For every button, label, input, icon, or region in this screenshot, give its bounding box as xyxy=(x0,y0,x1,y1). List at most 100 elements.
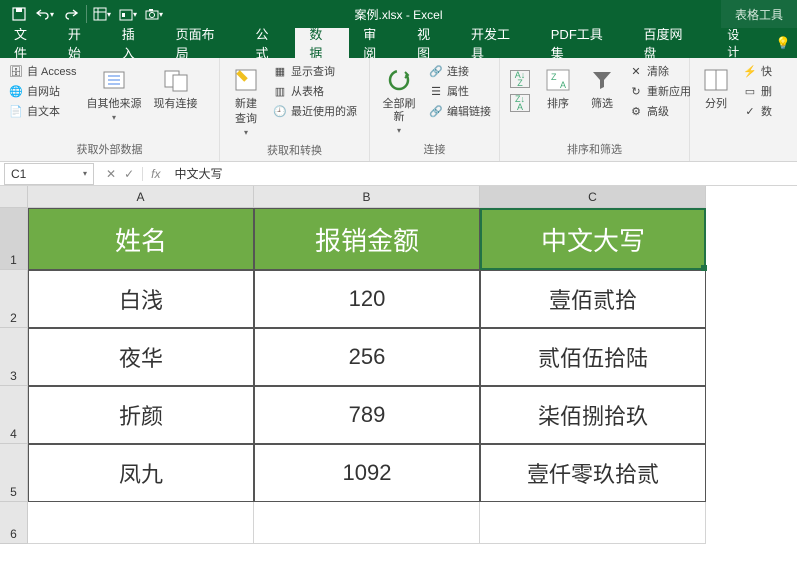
row-header[interactable]: 1 xyxy=(0,208,28,270)
properties-button[interactable]: ☰属性 xyxy=(426,82,493,100)
conn-icon: 🔗 xyxy=(428,63,444,79)
existing-conn-button[interactable]: 现有连接 xyxy=(150,62,202,113)
col-header[interactable]: A xyxy=(28,186,254,208)
name-box[interactable]: C1▾ xyxy=(4,163,94,185)
cell[interactable]: 柒佰捌拾玖 xyxy=(480,386,706,444)
row-header[interactable]: 6 xyxy=(0,502,28,544)
cell[interactable] xyxy=(254,502,480,544)
group-label xyxy=(696,155,784,159)
cancel-icon[interactable]: ✕ xyxy=(106,167,116,181)
cell[interactable]: 白浅 xyxy=(28,270,254,328)
sort-az-button[interactable]: A↓Z Z↓A xyxy=(506,62,534,114)
tab-insert[interactable]: 插入 xyxy=(108,28,162,58)
show-queries-button[interactable]: ▦显示查询 xyxy=(270,62,359,80)
web-icon: 🌐 xyxy=(8,83,24,99)
new-query-button[interactable]: 新建查询▾ xyxy=(226,62,266,140)
cell[interactable]: 壹仟零玖拾贰 xyxy=(480,444,706,502)
svg-text:Z: Z xyxy=(551,72,557,82)
advanced-button[interactable]: ⚙高级 xyxy=(626,102,693,120)
col-header[interactable]: B xyxy=(254,186,480,208)
cell[interactable]: 1092 xyxy=(254,444,480,502)
select-all-corner[interactable] xyxy=(0,186,28,208)
refresh-all-button[interactable]: 全部刷新▾ xyxy=(376,62,422,138)
cell[interactable]: 报销金额 xyxy=(254,208,480,270)
cell[interactable]: 中文大写 xyxy=(480,208,706,270)
tab-data[interactable]: 数据 xyxy=(295,28,349,58)
tab-review[interactable]: 审阅 xyxy=(349,28,403,58)
filter-button[interactable]: 筛选 xyxy=(582,62,622,113)
from-access-button[interactable]: 🗄自 Access xyxy=(6,62,79,80)
recent-sources-button[interactable]: 🕘最近使用的源 xyxy=(270,102,359,120)
row-header[interactable]: 3 xyxy=(0,328,28,386)
group-get-transform: 新建查询▾ ▦显示查询 ▥从表格 🕘最近使用的源 获取和转换 xyxy=(220,58,370,161)
row-header[interactable]: 2 xyxy=(0,270,28,328)
prop-icon: ☰ xyxy=(428,83,444,99)
group-connections: 全部刷新▾ 🔗连接 ☰属性 🔗编辑链接 连接 xyxy=(370,58,500,161)
qat-icon-1[interactable]: ▾ xyxy=(89,2,115,26)
advanced-icon: ⚙ xyxy=(628,103,644,119)
group-label: 获取外部数据 xyxy=(6,139,213,159)
tab-dev[interactable]: 开发工具 xyxy=(457,28,537,58)
tab-formula[interactable]: 公式 xyxy=(241,28,295,58)
connections-button[interactable]: 🔗连接 xyxy=(426,62,493,80)
enter-icon[interactable]: ✓ xyxy=(124,167,134,181)
contextual-tab-label: 表格工具 xyxy=(721,0,797,28)
fx-buttons: ✕ ✓ xyxy=(98,167,142,181)
cell[interactable]: 凤九 xyxy=(28,444,254,502)
text-icon: 📄 xyxy=(8,103,24,119)
col-header[interactable]: C xyxy=(480,186,706,208)
clear-button[interactable]: ✕清除 xyxy=(626,62,693,80)
tab-view[interactable]: 视图 xyxy=(403,28,457,58)
from-text-button[interactable]: 📄自文本 xyxy=(6,102,79,120)
filter-icon xyxy=(586,64,618,96)
row-header[interactable]: 5 xyxy=(0,444,28,502)
tell-me-icon[interactable]: 💡 xyxy=(769,28,797,58)
row-header[interactable]: 4 xyxy=(0,386,28,444)
cell[interactable]: 贰佰伍拾陆 xyxy=(480,328,706,386)
qat-icon-2[interactable]: ▾ xyxy=(115,2,141,26)
from-web-button[interactable]: 🌐自网站 xyxy=(6,82,79,100)
remove-dup-button[interactable]: ▭删 xyxy=(740,82,774,100)
tab-design[interactable]: 设计 xyxy=(709,28,769,58)
cell[interactable]: 夜华 xyxy=(28,328,254,386)
cell[interactable]: 壹佰贰拾 xyxy=(480,270,706,328)
tab-home[interactable]: 开始 xyxy=(54,28,108,58)
tab-baidu[interactable]: 百度网盘 xyxy=(629,28,709,58)
group-external-data: 🗄自 Access 🌐自网站 📄自文本 自其他来源▾ 现有连接 获取外部数据 xyxy=(0,58,220,161)
tab-file[interactable]: 文件 xyxy=(0,28,54,58)
cells-area[interactable]: 姓名 报销金额 中文大写 白浅 120 壹佰贰拾 夜华 256 贰佰伍拾陆 折颜… xyxy=(28,208,797,584)
edit-links-icon: 🔗 xyxy=(428,103,444,119)
from-table-button[interactable]: ▥从表格 xyxy=(270,82,359,100)
data-validation-button[interactable]: ✓数 xyxy=(740,102,774,120)
cell[interactable]: 折颜 xyxy=(28,386,254,444)
svg-text:A: A xyxy=(560,80,566,90)
cell[interactable]: 256 xyxy=(254,328,480,386)
formula-input[interactable]: 中文大写 xyxy=(168,165,228,182)
camera-icon[interactable]: ▾ xyxy=(141,2,167,26)
text-to-columns-button[interactable]: 分列 xyxy=(696,62,736,113)
flash-fill-button[interactable]: ⚡快 xyxy=(740,62,774,80)
split-icon xyxy=(700,64,732,96)
edit-links-button[interactable]: 🔗编辑链接 xyxy=(426,102,493,120)
tab-layout[interactable]: 页面布局 xyxy=(162,28,242,58)
reapply-button[interactable]: ↻重新应用 xyxy=(626,82,693,100)
spreadsheet-grid[interactable]: 1 2 3 4 5 6 A B C 姓名 报销金额 中文大写 白浅 120 壹佰… xyxy=(0,186,797,584)
redo-icon[interactable] xyxy=(58,2,84,26)
sort-button[interactable]: ZA 排序 xyxy=(538,62,578,113)
other-sources-button[interactable]: 自其他来源▾ xyxy=(83,62,146,125)
cell[interactable]: 120 xyxy=(254,270,480,328)
other-sources-icon xyxy=(98,64,130,96)
cell[interactable] xyxy=(28,502,254,544)
reapply-icon: ↻ xyxy=(628,83,644,99)
group-sort-filter: A↓Z Z↓A ZA 排序 筛选 ✕清除 ↻重新应用 ⚙高级 排序和筛选 xyxy=(500,58,690,161)
fx-icon[interactable]: fx xyxy=(142,167,168,181)
formula-bar: C1▾ ✕ ✓ fx 中文大写 xyxy=(0,162,797,186)
tab-pdf[interactable]: PDF工具集 xyxy=(537,28,630,58)
save-icon[interactable] xyxy=(6,2,32,26)
validation-icon: ✓ xyxy=(742,103,758,119)
cell[interactable]: 姓名 xyxy=(28,208,254,270)
undo-icon[interactable]: ▾ xyxy=(32,2,58,26)
ribbon-tabs: 文件 开始 插入 页面布局 公式 数据 审阅 视图 开发工具 PDF工具集 百度… xyxy=(0,28,797,58)
cell[interactable]: 789 xyxy=(254,386,480,444)
cell[interactable] xyxy=(480,502,706,544)
